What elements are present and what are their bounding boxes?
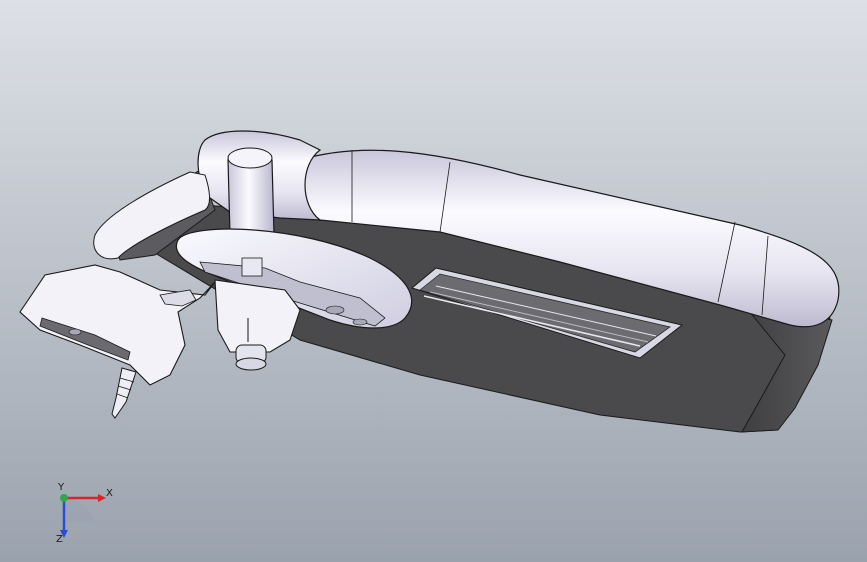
coordinate-triad: X Y Z — [56, 482, 113, 545]
triad-shadow — [64, 497, 94, 522]
mounting-clip-hole — [68, 328, 82, 336]
triad-z-label: Z — [56, 534, 63, 545]
pivot-post[interactable] — [227, 147, 275, 236]
triad-x-label: X — [106, 488, 113, 499]
pivot-post-top — [227, 147, 273, 169]
triad-y-label: Y — [57, 482, 65, 493]
triad-x-arrow — [98, 494, 106, 502]
pivot-housing-base — [235, 357, 267, 371]
pivot-disc-hole — [325, 305, 345, 315]
model-view[interactable] — [0, 0, 867, 562]
pivot-disc-tab — [241, 257, 263, 277]
pivot-disc-hole-2 — [352, 318, 368, 326]
graphics-viewport[interactable]: X Y Z — [0, 0, 867, 562]
triad-y-axis — [60, 494, 68, 502]
